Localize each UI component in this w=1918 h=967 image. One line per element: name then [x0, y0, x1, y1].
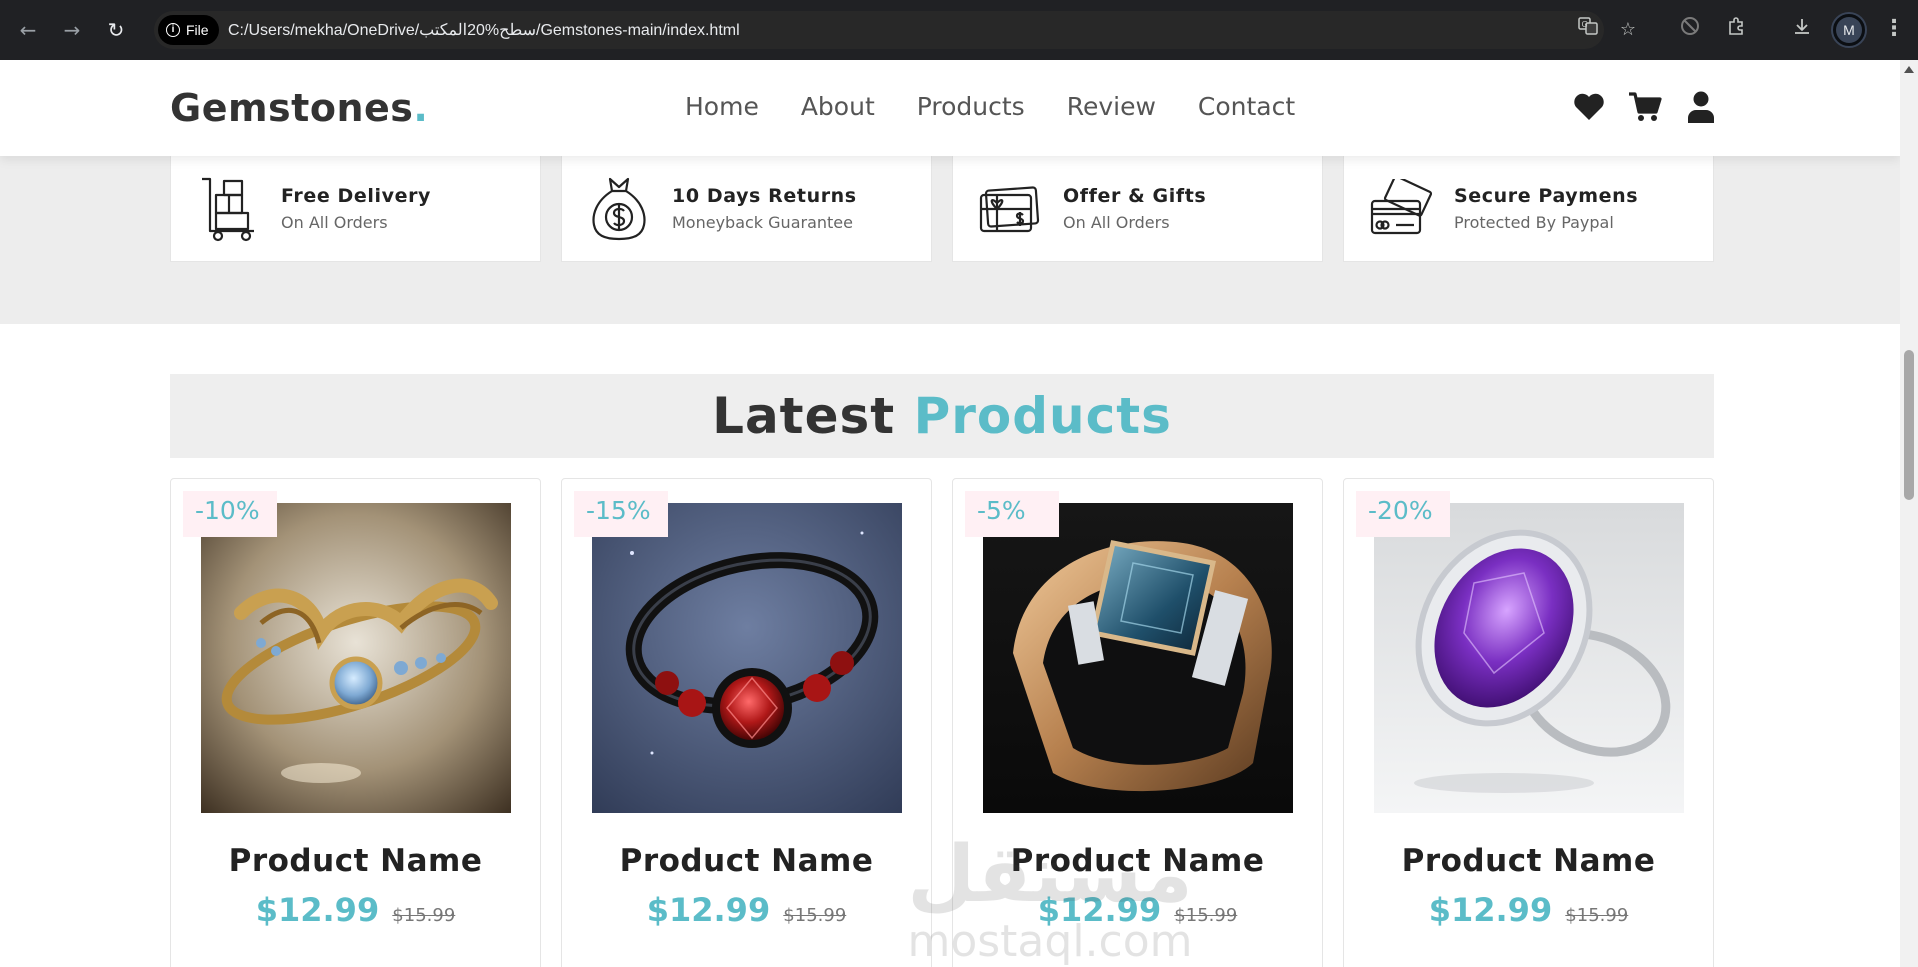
product-price: $12.99 $15.99: [171, 891, 540, 929]
discount-badge: -20%: [1356, 491, 1450, 537]
address-bar[interactable]: i File C:/Users/mekha/OneDrive/سطح%20الم…: [154, 11, 1604, 49]
features-row: Free Delivery On All Orders 10 Days Retu…: [170, 156, 1714, 262]
extension-blocked-icon[interactable]: [1676, 16, 1704, 44]
credit-card-icon: [1370, 174, 1432, 244]
discount-badge: -15%: [574, 491, 668, 537]
feature-offers: Offer & Gifts On All Orders: [952, 156, 1323, 262]
nav-contact[interactable]: Contact: [1198, 92, 1295, 121]
current-price: $12.99: [1037, 891, 1162, 929]
nav-about[interactable]: About: [801, 92, 875, 121]
product-name[interactable]: Product Name: [171, 843, 540, 879]
scrollbar-thumb[interactable]: [1904, 350, 1914, 500]
feature-title: Secure Paymens: [1454, 185, 1639, 207]
url-text[interactable]: C:/Users/mekha/OneDrive/سطح%20المكتب/Gem…: [228, 20, 740, 40]
product-image-silver-ring-purple-gem[interactable]: [1374, 503, 1684, 813]
feature-title: Free Delivery: [281, 185, 432, 207]
section-heading-box: Latest Products: [170, 374, 1714, 458]
extensions-puzzle-icon[interactable]: [1722, 16, 1750, 44]
download-icon[interactable]: [1788, 16, 1816, 44]
gift-card-icon: [979, 174, 1041, 244]
section-heading: Latest Products: [170, 374, 1714, 458]
feature-subtitle: Protected By Paypal: [1454, 213, 1614, 232]
user-icon[interactable]: [1684, 90, 1718, 124]
current-price: $12.99: [1428, 891, 1553, 929]
bookmark-star-icon[interactable]: ☆: [1614, 16, 1642, 44]
discount-badge: -10%: [183, 491, 277, 537]
current-price: $12.99: [255, 891, 380, 929]
product-card[interactable]: -15% Product Name $12.99 $15.99: [561, 478, 932, 967]
old-price: $15.99: [783, 905, 847, 926]
back-arrow-icon[interactable]: ←: [12, 14, 44, 46]
menu-kebab-icon[interactable]: ⋮: [1880, 16, 1908, 44]
product-name[interactable]: Product Name: [953, 843, 1322, 879]
product-price: $12.99 $15.99: [953, 891, 1322, 929]
feature-title: Offer & Gifts: [1063, 185, 1207, 207]
product-price: $12.99 $15.99: [1344, 891, 1713, 929]
product-card[interactable]: -10% Product Name $12.99 $15.99: [170, 478, 541, 967]
product-image-gold-ring-blue-gem[interactable]: [201, 503, 511, 813]
latest-products-section: Latest Products -10% Product Name $12.99…: [0, 324, 1900, 967]
discount-badge: -5%: [965, 491, 1059, 537]
site-info-chip[interactable]: i File: [158, 15, 219, 45]
heading-accent: Products: [913, 387, 1172, 445]
feature-free-delivery: Free Delivery On All Orders: [170, 156, 541, 262]
page-viewport: Gemstones. Home About Products Review Co…: [0, 60, 1900, 967]
product-image-gold-ring-blue-square-gem[interactable]: [983, 503, 1293, 813]
delivery-cart-icon: [197, 174, 259, 244]
nav-products[interactable]: Products: [917, 92, 1025, 121]
feature-subtitle: Moneyback Guarantee: [672, 213, 853, 232]
product-image-black-ring-red-gem[interactable]: [592, 503, 902, 813]
heading-main: Latest: [712, 387, 896, 445]
header-icons: [1572, 90, 1718, 124]
feature-title: 10 Days Returns: [672, 185, 857, 207]
product-name[interactable]: Product Name: [1344, 843, 1713, 879]
logo-text: Gemstones: [170, 86, 414, 130]
product-card[interactable]: -5% Product Name $12.99 $15.99: [952, 478, 1323, 967]
logo-dot: .: [413, 86, 429, 130]
nav-home[interactable]: Home: [685, 92, 759, 121]
old-price: $15.99: [392, 905, 456, 926]
old-price: $15.99: [1174, 905, 1238, 926]
old-price: $15.99: [1565, 905, 1629, 926]
site-logo[interactable]: Gemstones.: [170, 86, 428, 130]
browser-toolbar: ← → ↻ i File C:/Users/mekha/OneDrive/سطح…: [0, 0, 1918, 60]
file-chip-label: File: [186, 22, 209, 38]
profile-initial: M: [1836, 17, 1862, 43]
product-grid: -10% Product Name $12.99 $15.99 -15% Pro…: [170, 478, 1714, 967]
shopping-cart-icon[interactable]: [1628, 90, 1662, 124]
heart-icon[interactable]: [1572, 90, 1606, 124]
money-bag-icon: [588, 174, 650, 244]
profile-avatar[interactable]: M: [1831, 12, 1867, 48]
nav-review[interactable]: Review: [1067, 92, 1156, 121]
info-icon: i: [166, 23, 180, 37]
scroll-up-arrow-icon[interactable]: [1904, 66, 1914, 73]
svg-text:G: G: [1582, 20, 1588, 29]
vertical-scrollbar[interactable]: [1900, 60, 1918, 967]
product-name[interactable]: Product Name: [562, 843, 931, 879]
main-nav: Home About Products Review Contact: [685, 92, 1295, 121]
product-card[interactable]: -20% Product Name $12.99 $15.99: [1343, 478, 1714, 967]
translate-icon[interactable]: G: [1574, 16, 1602, 44]
site-header: Gemstones. Home About Products Review Co…: [0, 60, 1900, 156]
forward-arrow-icon[interactable]: →: [56, 14, 88, 46]
feature-subtitle: On All Orders: [1063, 213, 1170, 232]
feature-secure-payments: Secure Paymens Protected By Paypal: [1343, 156, 1714, 262]
product-price: $12.99 $15.99: [562, 891, 931, 929]
current-price: $12.99: [646, 891, 771, 929]
feature-returns: 10 Days Returns Moneyback Guarantee: [561, 156, 932, 262]
feature-subtitle: On All Orders: [281, 213, 388, 232]
reload-icon[interactable]: ↻: [100, 14, 132, 46]
